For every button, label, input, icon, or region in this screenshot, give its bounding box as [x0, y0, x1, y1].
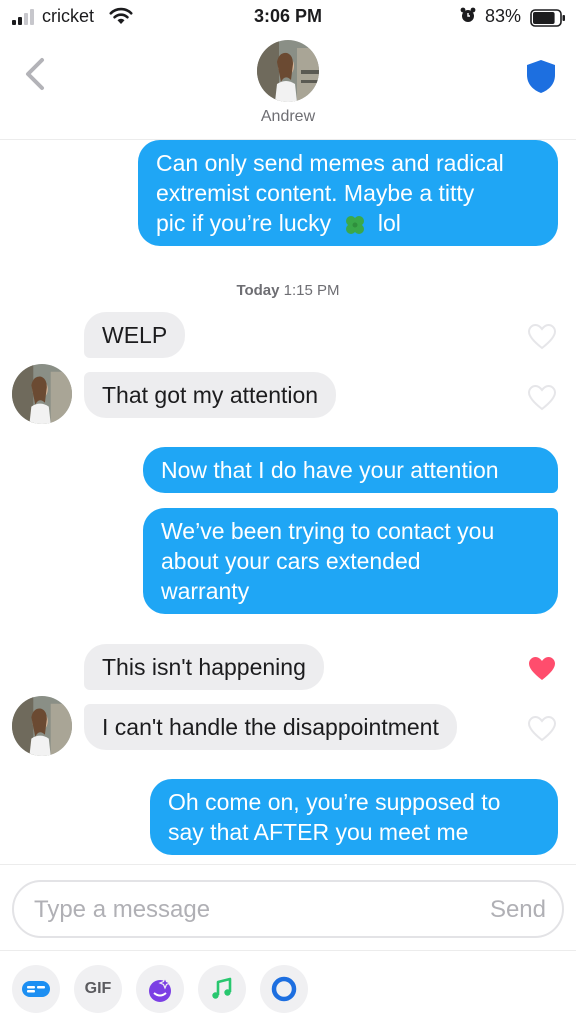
contact-name: Andrew — [260, 108, 316, 125]
message-bubble-outgoing[interactable]: Oh come on, you’re supposed to say that … — [150, 779, 558, 855]
spotlight-button[interactable] — [260, 965, 308, 1013]
message-input[interactable] — [34, 892, 454, 928]
contact-avatar-small[interactable] — [12, 696, 72, 756]
message-bubble-outgoing[interactable]: Now that I do have your attention — [143, 447, 558, 493]
send-button[interactable]: Send — [490, 896, 546, 924]
timestamp-time: 1:15 PM — [283, 282, 340, 299]
message-bubble-outgoing[interactable]: We’ve been trying to contact you about y… — [143, 508, 558, 614]
chevron-left-icon[interactable] — [18, 54, 52, 94]
timestamp-day: Today — [236, 282, 280, 299]
message-text: I can't handle the disappointment — [102, 714, 439, 740]
message-bubble-incoming[interactable]: This isn't happening — [84, 644, 324, 690]
compose-divider — [0, 864, 576, 865]
gif-button[interactable]: GIF — [74, 965, 122, 1013]
music-button[interactable] — [198, 965, 246, 1013]
message-line: pic if you’re lucky — [156, 210, 332, 236]
ring-icon — [271, 976, 297, 1002]
liked-heart-icon[interactable] — [527, 655, 557, 683]
timestamp-divider: Today 1:15 PM — [0, 282, 576, 299]
attachment-toolbar: GIF — [0, 950, 576, 1024]
avatar-photo — [257, 40, 319, 102]
sparkle-face-icon — [149, 976, 172, 1002]
sticker-button[interactable] — [12, 965, 60, 1013]
sticker-icon — [22, 981, 50, 997]
message-bubble-outgoing[interactable]: Can only send memes and radical extremis… — [138, 140, 558, 246]
message-line: say that AFTER you meet me — [168, 819, 469, 845]
message-line: Can only send memes and radical — [156, 150, 504, 176]
bitmoji-button[interactable] — [136, 965, 184, 1013]
contact-avatar-small[interactable] — [12, 364, 72, 424]
shield-icon[interactable] — [522, 56, 560, 96]
chat-header: Andrew — [0, 36, 576, 140]
like-heart-icon[interactable] — [527, 715, 557, 743]
message-bubble-incoming[interactable]: WELP — [84, 312, 186, 358]
message-line: We’ve been trying to contact you — [161, 518, 495, 544]
battery-percentage: 83% — [485, 6, 522, 26]
message-text: This isn't happening — [102, 654, 306, 680]
contact-avatar[interactable] — [257, 40, 319, 102]
message-text: WELP — [102, 322, 168, 348]
message-line: warranty — [161, 578, 250, 604]
message-bubble-incoming[interactable]: I can't handle the disappointment — [84, 704, 457, 750]
battery-icon — [530, 9, 565, 27]
message-line: Oh come on, you’re supposed to — [168, 789, 501, 815]
message-line: about your cars extended — [161, 548, 421, 574]
music-note-icon — [212, 977, 232, 999]
message-line: extremist content. Maybe a titty — [156, 180, 475, 206]
message-suffix: lol — [377, 210, 401, 236]
like-heart-icon[interactable] — [527, 384, 557, 412]
like-heart-icon[interactable] — [527, 323, 557, 351]
alarm-clock-icon — [460, 7, 476, 22]
message-composer: Send — [12, 880, 564, 938]
message-text: That got my attention — [102, 382, 319, 408]
four-leaf-clover-icon — [345, 215, 364, 234]
message-text: Now that I do have your attention — [161, 457, 499, 483]
avatar-photo — [12, 696, 72, 756]
message-bubble-incoming[interactable]: That got my attention — [84, 372, 337, 418]
gif-label: GIF — [84, 980, 112, 997]
avatar-photo — [12, 364, 72, 424]
status-bar: cricket 3:06 PM 83% — [0, 0, 576, 36]
